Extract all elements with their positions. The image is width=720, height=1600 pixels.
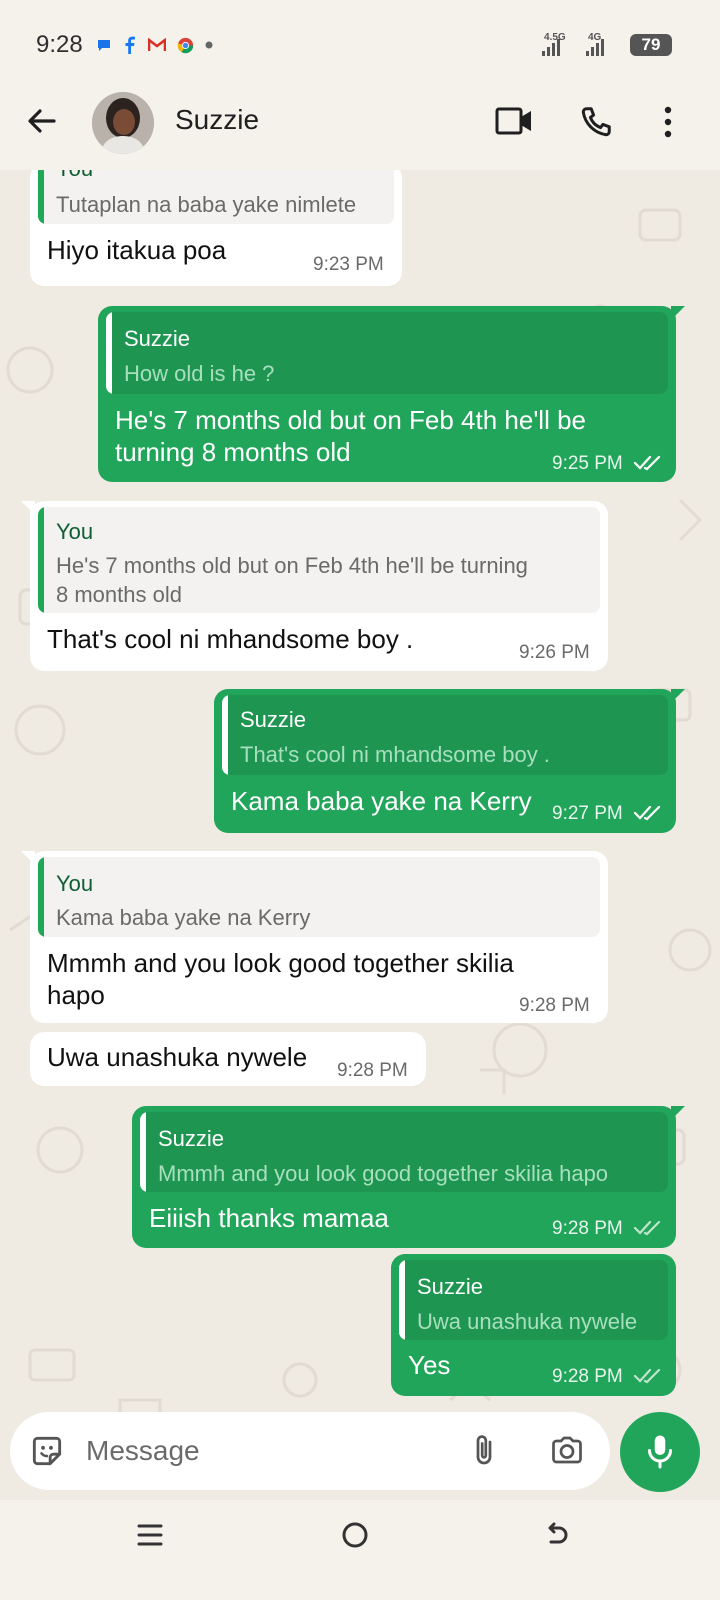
message-outgoing[interactable]: Suzzie That's cool ni mhandsome boy . Ka… <box>214 689 685 833</box>
quoted-message[interactable]: Suzzie Mmmh and you look good together s… <box>140 1112 668 1192</box>
facebook-icon <box>125 36 135 54</box>
message-composer[interactable]: Message <box>10 1412 610 1490</box>
message-outgoing[interactable]: Suzzie How old is he ? He's 7 months old… <box>98 306 685 482</box>
message-time: 9:23 PM <box>313 254 384 275</box>
more-dot-icon <box>205 41 213 49</box>
message-incoming[interactable]: You Kama baba yake na Kerry Mmmh and you… <box>21 851 608 1023</box>
message-text-line1: Mmmh and you look good together skilia <box>47 948 514 978</box>
message-time: 9:28 PM <box>519 995 590 1016</box>
quote-text: Tutaplan na baba yake nimlete <box>56 192 357 217</box>
status-bar: 9:28 4.5G 4G 79 <box>0 0 720 74</box>
quoted-message[interactable]: Suzzie That's cool ni mhandsome boy . <box>222 695 668 775</box>
status-time: 9:28 <box>36 31 83 58</box>
video-call-icon[interactable] <box>494 104 534 138</box>
message-input[interactable]: Message <box>86 1435 200 1467</box>
message-time: 9:28 PM <box>552 1218 623 1239</box>
quote-text-line2: 8 months old <box>56 582 182 607</box>
quote-sender: You <box>56 170 93 182</box>
chat-area[interactable]: You Tutaplan na baba yake nimlete Hiyo i… <box>0 170 720 1438</box>
quoted-message[interactable]: Suzzie How old is he ? <box>106 312 668 394</box>
sticker-icon[interactable] <box>28 1432 66 1470</box>
message-text: That's cool ni mhandsome boy . <box>47 624 414 654</box>
contact-name[interactable]: Suzzie <box>175 104 259 136</box>
quote-sender: You <box>56 871 94 896</box>
battery-indicator: 79 <box>630 34 672 56</box>
quote-text-line1: He's 7 months old but on Feb 4th he'll b… <box>56 553 528 578</box>
message-time: 9:26 PM <box>519 642 590 663</box>
message-incoming[interactable]: You Tutaplan na baba yake nimlete Hiyo i… <box>30 170 402 286</box>
nav-back-icon[interactable] <box>542 1520 572 1550</box>
quoted-message[interactable]: You Kama baba yake na Kerry <box>38 857 600 937</box>
quote-sender: Suzzie <box>240 707 307 732</box>
mic-icon <box>648 1435 672 1469</box>
chat-header: Suzzie <box>0 74 720 170</box>
message-text-line2: turning 8 months old <box>115 437 351 467</box>
message-text: Hiyo itakua poa <box>47 235 227 265</box>
message-outgoing[interactable]: Suzzie Uwa unashuka nywele Yes 9:28 PM <box>391 1254 676 1396</box>
avatar[interactable] <box>92 92 154 154</box>
message-outgoing[interactable]: Suzzie Mmmh and you look good together s… <box>132 1106 685 1248</box>
quote-sender: Suzzie <box>158 1126 225 1151</box>
quote-text: How old is he ? <box>124 361 275 386</box>
message-time: 9:28 PM <box>337 1060 408 1081</box>
quoted-message[interactable]: Suzzie Uwa unashuka nywele <box>399 1260 668 1340</box>
quote-text: Mmmh and you look good together skilia h… <box>158 1161 609 1186</box>
message-text: Uwa unashuka nywele <box>47 1042 308 1072</box>
delivered-ticks-icon <box>633 1368 661 1384</box>
attach-icon[interactable] <box>466 1432 502 1470</box>
mic-button[interactable] <box>620 1412 700 1492</box>
message-time: 9:25 PM <box>552 453 623 474</box>
notification-icons <box>96 36 213 54</box>
phone-call-icon[interactable] <box>576 104 614 142</box>
message-text: Eiiish thanks mamaa <box>149 1203 389 1233</box>
gmail-icon <box>148 38 166 51</box>
quote-sender: Suzzie <box>417 1274 484 1299</box>
message-text-line1: He's 7 months old but on Feb 4th he'll b… <box>115 405 586 435</box>
message-text: Yes <box>408 1350 451 1380</box>
system-nav-bar <box>0 1500 720 1600</box>
message-incoming[interactable]: Uwa unashuka nywele 9:28 PM <box>30 1032 426 1086</box>
quote-text: Uwa unashuka nywele <box>417 1309 638 1334</box>
quoted-message[interactable]: You Tutaplan na baba yake nimlete <box>38 170 394 224</box>
message-text: Kama baba yake na Kerry <box>231 786 532 816</box>
network-45g-icon: 4.5G <box>542 32 576 56</box>
read-ticks-icon <box>633 805 661 821</box>
delivered-ticks-icon <box>633 1220 661 1236</box>
message-time: 9:28 PM <box>552 1366 623 1387</box>
quoted-message[interactable]: You He's 7 months old but on Feb 4th he'… <box>38 507 600 613</box>
quote-sender: Suzzie <box>124 326 191 351</box>
read-ticks-icon <box>633 455 661 471</box>
quote-text: That's cool ni mhandsome boy . <box>240 742 550 767</box>
recents-icon[interactable] <box>136 1522 164 1548</box>
message-incoming[interactable]: You He's 7 months old but on Feb 4th he'… <box>21 501 608 671</box>
camera-icon[interactable] <box>548 1432 586 1468</box>
home-icon[interactable] <box>340 1520 370 1550</box>
quote-sender: You <box>56 519 94 544</box>
chrome-icon <box>177 37 194 53</box>
back-arrow-icon[interactable] <box>24 104 58 138</box>
messages-icon <box>98 40 110 51</box>
network-4g-icon: 4G <box>586 32 620 56</box>
quote-text: Kama baba yake na Kerry <box>56 905 311 930</box>
message-text-line2: hapo <box>47 980 105 1010</box>
message-time: 9:27 PM <box>552 803 623 824</box>
more-vertical-icon[interactable] <box>658 104 678 140</box>
